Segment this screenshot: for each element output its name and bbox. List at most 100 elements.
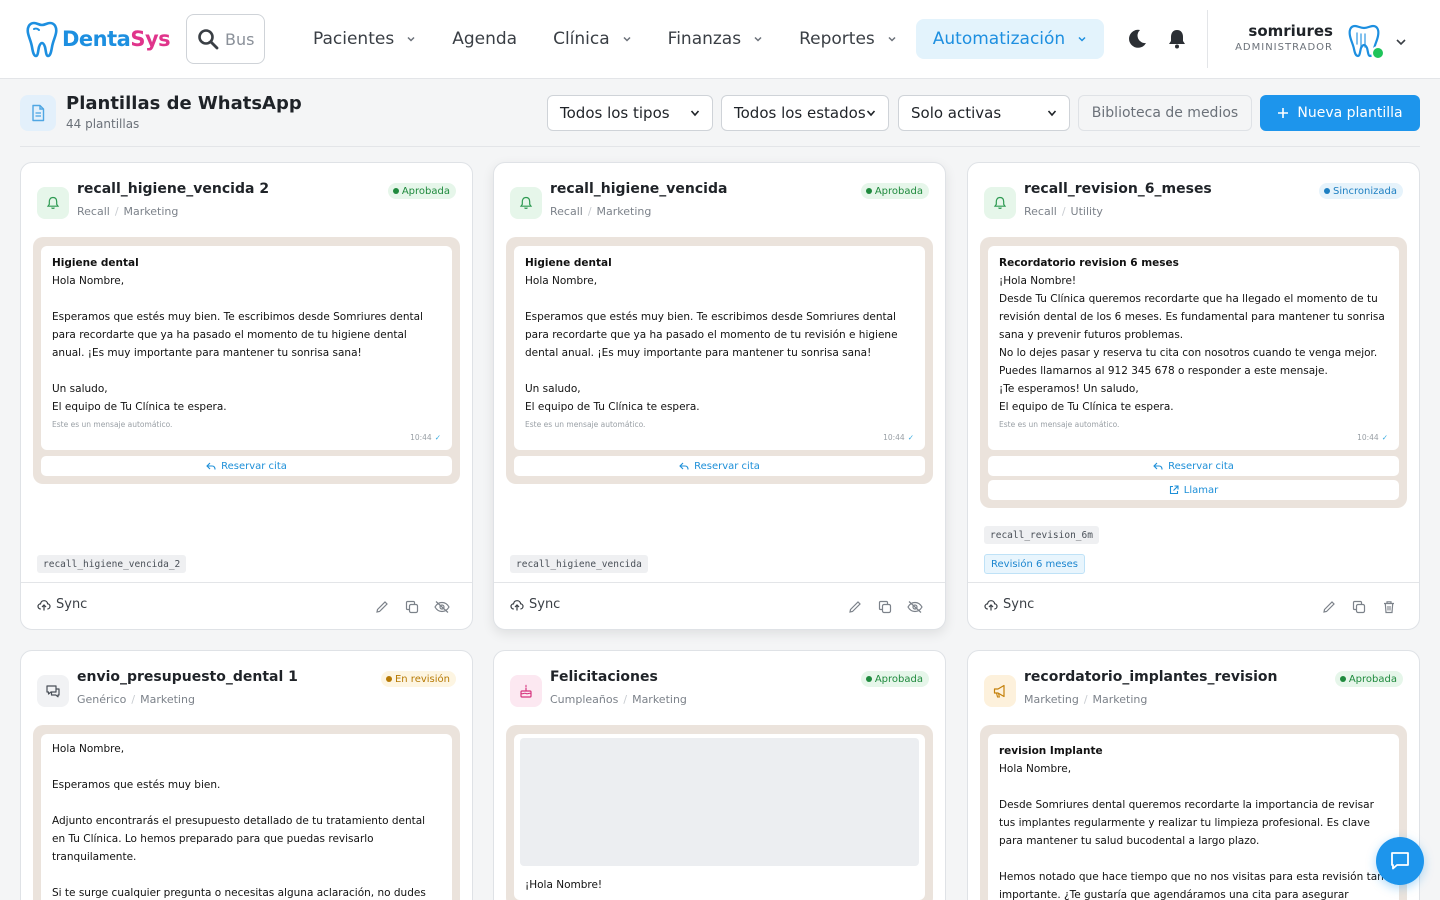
status-badge: Sincronizada <box>1319 183 1403 199</box>
template-card[interactable]: recall_higiene_vencida 2 Recall / Marketin… <box>20 162 473 630</box>
template-card[interactable]: recall_revision_6_meses Recall / Utility S… <box>967 162 1420 630</box>
quick-reply-button[interactable]: Reservar cita <box>514 456 925 476</box>
copy-icon <box>405 600 419 614</box>
sync-button[interactable]: Sync <box>510 597 560 612</box>
media-placeholder <box>520 738 919 866</box>
template-code: recall_higiene_vencida <box>510 555 648 573</box>
user-menu-toggle[interactable] <box>1395 33 1407 52</box>
filter-status-select[interactable]: Todos los estados <box>721 95 889 131</box>
chevron-down-icon <box>888 36 896 42</box>
nav-item-finanzas[interactable]: Finanzas <box>651 19 780 59</box>
nav-item-label: Finanzas <box>667 29 742 49</box>
filter-active-select[interactable]: Solo activas <box>898 95 1070 131</box>
edit-button[interactable] <box>847 599 863 615</box>
chevron-down-icon <box>1396 39 1406 46</box>
sync-button[interactable]: Sync <box>37 597 87 612</box>
status-badge: Aprobada <box>860 183 929 199</box>
chevron-down-icon <box>690 110 700 117</box>
tooth-logo-icon <box>26 21 58 58</box>
avatar[interactable] <box>1345 20 1385 60</box>
template-name: envio_presupuesto_dental 1 <box>77 669 298 685</box>
template-code: recall_higiene_vencida_2 <box>37 555 187 573</box>
divider <box>1207 10 1208 68</box>
call-button[interactable]: Llamar <box>988 480 1399 500</box>
card-footer: Sync <box>494 582 945 629</box>
filter-type-select[interactable]: Todos los tipos <box>547 95 713 131</box>
new-template-button[interactable]: Nueva plantilla <box>1260 95 1420 131</box>
template-categories: Genérico / Marketing <box>77 693 195 706</box>
message-footer: Este es un mensaje automático. <box>999 420 1120 429</box>
filter-active-value: Solo activas <box>911 104 1002 122</box>
duplicate-button[interactable] <box>877 599 893 615</box>
status-badge: Aprobada <box>860 671 929 687</box>
message-bubble: Hola Nombre, Esperamos que estés muy bie… <box>41 734 452 900</box>
filter-status-value: Todos los estados <box>734 104 866 122</box>
app-logo[interactable]: DentaSys <box>26 20 171 58</box>
message-bubble: revision Implante Hola Nombre, Desde Som… <box>988 734 1399 900</box>
notifications-button[interactable] <box>1165 27 1189 51</box>
user-info[interactable]: somriures ADMINISTRADOR <box>1226 22 1333 53</box>
global-search[interactable] <box>186 14 265 64</box>
deactivate-button[interactable] <box>907 599 923 615</box>
edit-button[interactable] <box>374 599 390 615</box>
copy-icon <box>878 600 892 614</box>
template-count: 44 plantillas <box>66 117 140 131</box>
nav-item-pacientes[interactable]: Pacientes <box>296 19 433 59</box>
template-card[interactable]: envio_presupuesto_dental 1 Genérico / Mark… <box>20 650 473 900</box>
nav-item-automatizacion[interactable]: Automatización <box>915 19 1105 59</box>
template-categories: Recall / Marketing <box>77 205 179 218</box>
chevron-down-icon <box>1047 110 1057 117</box>
template-card[interactable]: Felicitaciones Cumpleaños / Marketing Apro… <box>493 650 946 900</box>
sync-button[interactable]: Sync <box>984 597 1034 612</box>
duplicate-button[interactable] <box>1351 599 1367 615</box>
nav-item-reportes[interactable]: Reportes <box>782 19 914 59</box>
message-bubble: ¡Hola Nombre! <box>514 734 925 900</box>
edit-button[interactable] <box>1321 599 1337 615</box>
card-footer: Sync <box>21 582 472 629</box>
quick-reply-button[interactable]: Reservar cita <box>988 456 1399 476</box>
page-title: Plantillas de WhatsApp <box>66 93 302 114</box>
nav-item-label: Pacientes <box>313 29 395 49</box>
eye-off-icon <box>434 601 450 613</box>
template-card[interactable]: recall_higiene_vencida Recall / Marketing … <box>493 162 946 630</box>
search-input[interactable] <box>225 29 255 49</box>
quick-reply-button[interactable]: Reservar cita <box>41 456 452 476</box>
nav-item-clinica[interactable]: Clínica <box>536 19 649 59</box>
nav-item-agenda[interactable]: Agenda <box>435 19 534 59</box>
template-card[interactable]: recordatorio_implantes_revision Marketin… <box>967 650 1420 900</box>
message-footer: Este es un mensaje automático. <box>525 420 646 429</box>
chevron-down-icon <box>623 36 631 42</box>
trash-icon <box>1384 601 1394 614</box>
deactivate-button[interactable] <box>434 599 450 615</box>
duplicate-button[interactable] <box>404 599 420 615</box>
bell-icon <box>984 187 1016 219</box>
online-status-dot <box>1371 46 1385 60</box>
message-preview: Recordatorio revision 6 meses ¡Hola Nomb… <box>980 237 1407 508</box>
message-body: ¡Hola Nombre! Desde Tu Clínica queremos … <box>999 275 1385 413</box>
chat-icon <box>37 675 69 707</box>
dark-mode-toggle[interactable] <box>1125 27 1149 51</box>
message-preview: ¡Hola Nombre! <box>506 725 933 900</box>
template-name: recall_revision_6_meses <box>1024 181 1212 197</box>
cloud-upload-icon <box>510 599 524 610</box>
search-icon <box>198 29 219 50</box>
chevron-down-icon <box>407 36 415 42</box>
eye-off-icon <box>907 601 923 613</box>
bell-icon <box>1169 30 1185 49</box>
support-chat-button[interactable] <box>1376 837 1424 885</box>
chevron-down-icon <box>1078 36 1086 42</box>
copy-icon <box>1352 600 1366 614</box>
pencil-icon <box>1323 601 1335 613</box>
template-categories: Marketing / Marketing <box>1024 693 1148 706</box>
new-template-label: Nueva plantilla <box>1297 105 1403 121</box>
reply-icon <box>1153 462 1163 470</box>
media-library-button[interactable]: Biblioteca de medios <box>1078 95 1252 131</box>
status-badge: En revisión <box>380 671 456 687</box>
delete-button[interactable] <box>1381 599 1397 615</box>
double-check-icon: ✓ <box>907 433 914 442</box>
app-logo-text: DentaSys <box>62 27 171 51</box>
chevron-down-icon <box>866 110 876 117</box>
bell-icon <box>37 187 69 219</box>
message-footer: Este es un mensaje automático. <box>52 420 173 429</box>
moon-icon <box>1129 29 1146 48</box>
